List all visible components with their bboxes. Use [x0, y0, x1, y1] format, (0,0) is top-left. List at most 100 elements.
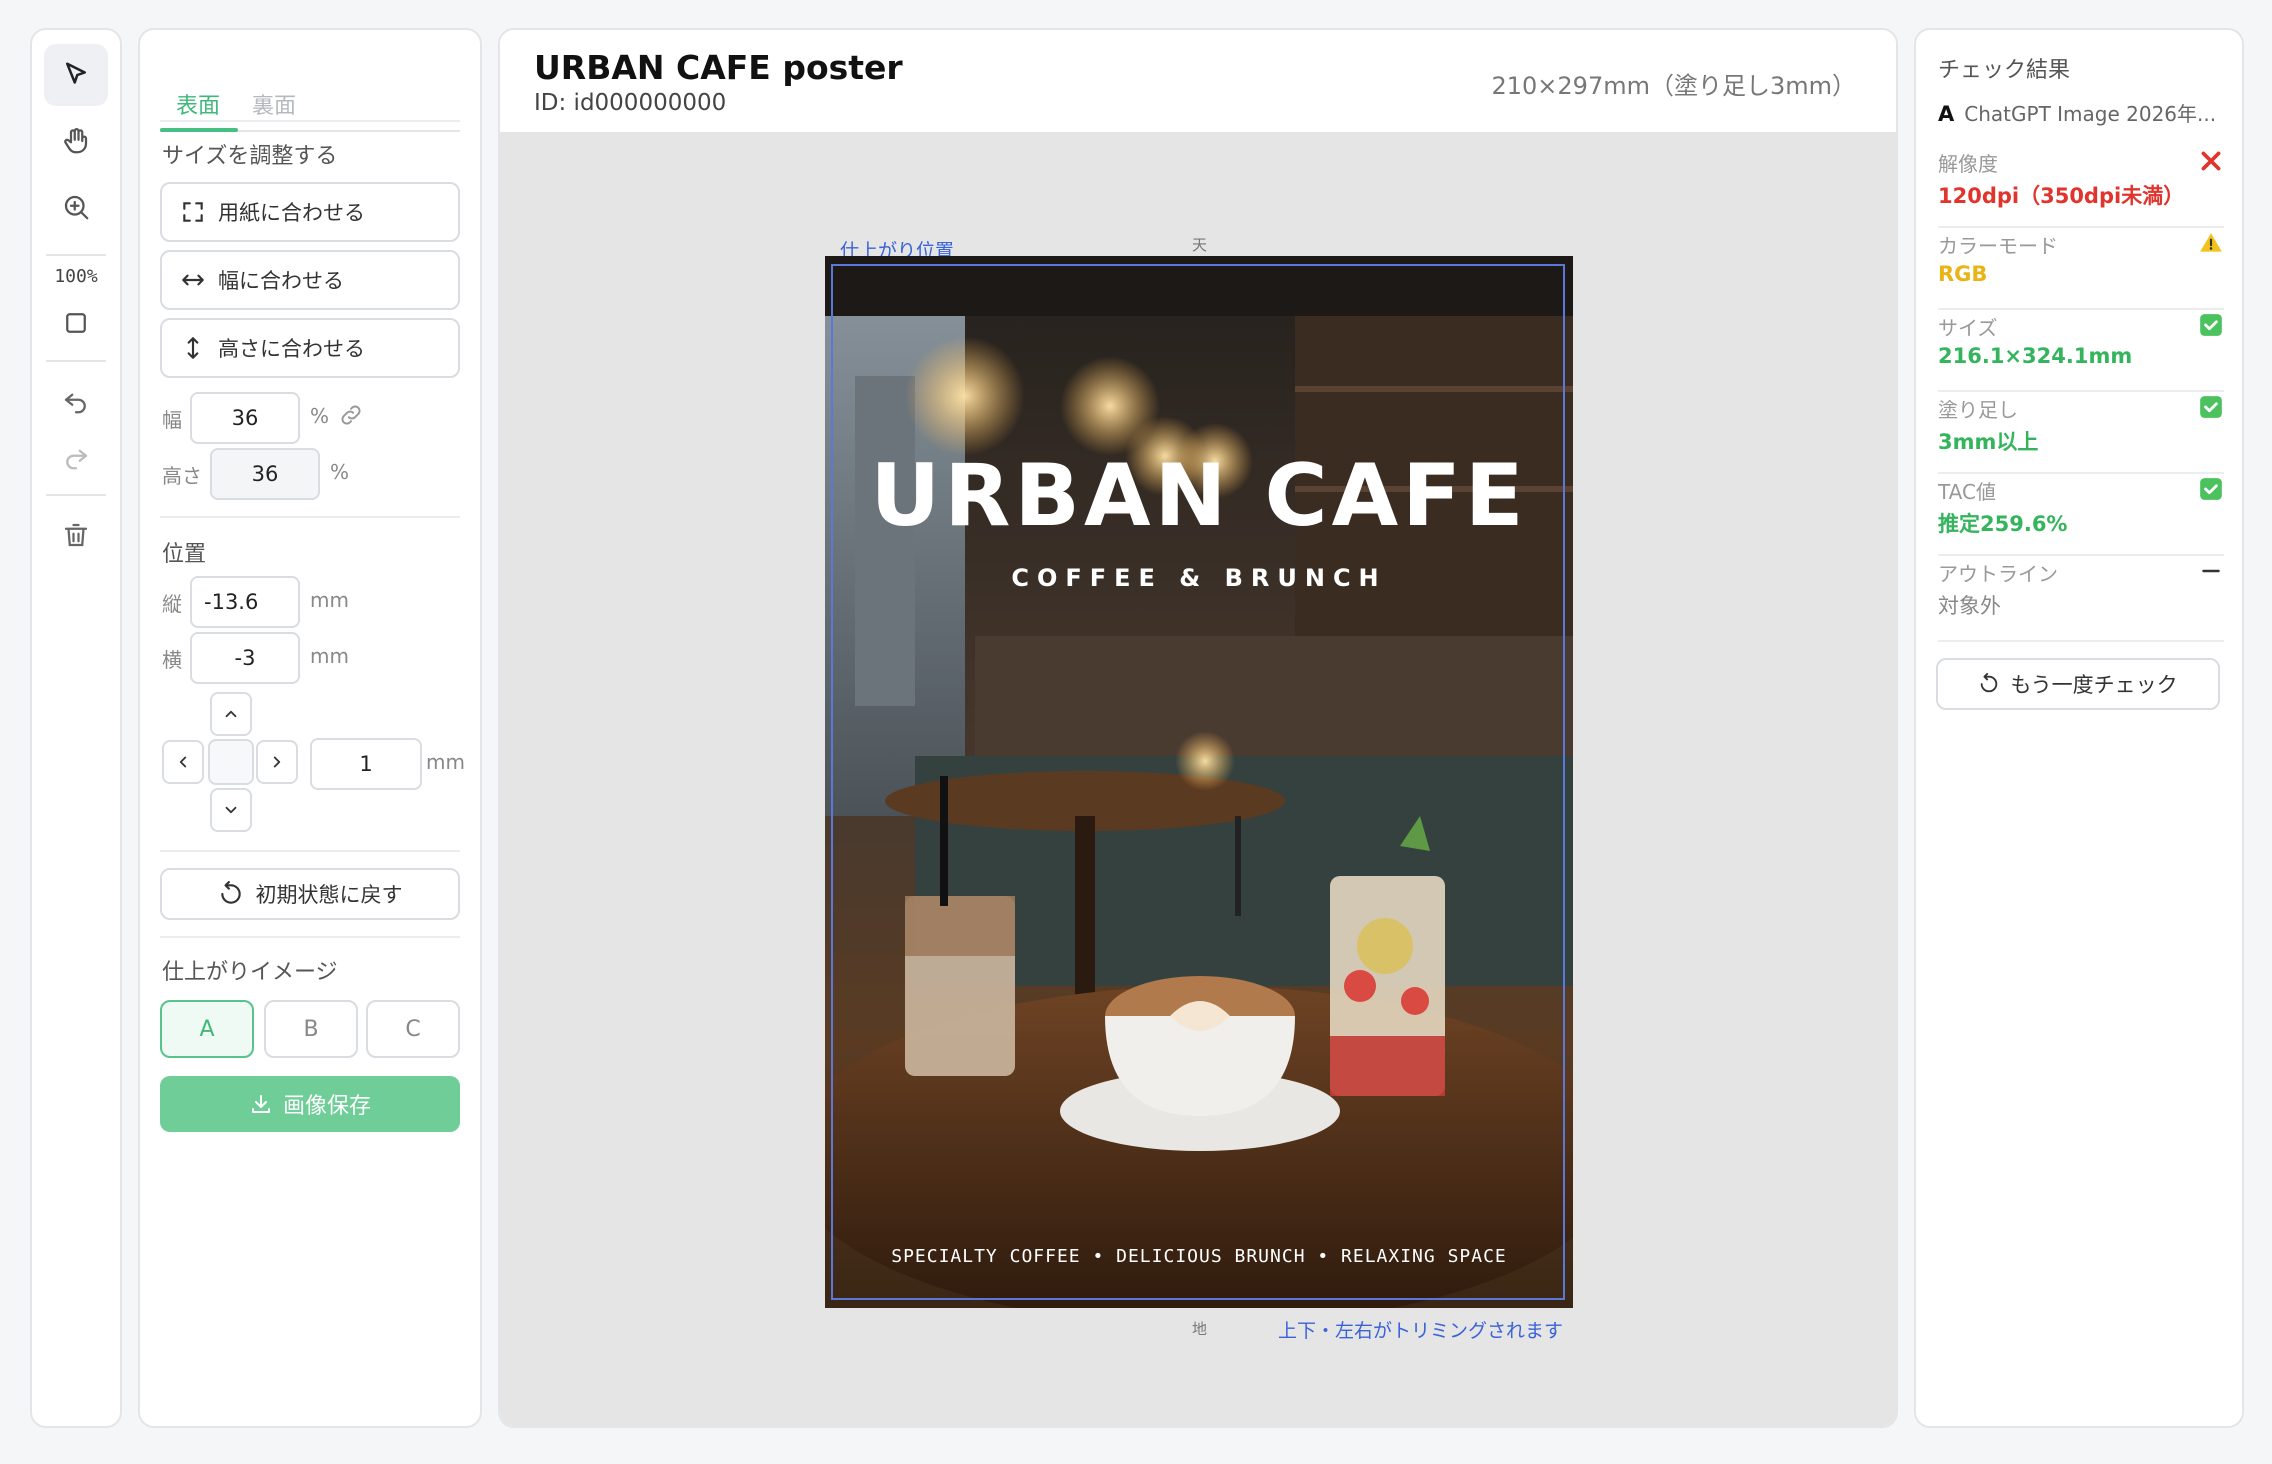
- horizontal-arrows-icon: [182, 274, 204, 286]
- recheck-button[interactable]: もう一度チェック: [1936, 658, 2220, 710]
- undo-button[interactable]: [44, 370, 108, 432]
- horizontal-position-input[interactable]: [190, 632, 300, 684]
- position-section-title: 位置: [162, 542, 207, 567]
- divider: [160, 120, 460, 122]
- chevron-down-icon: [225, 806, 237, 814]
- document-size: 210×297mm（塗り足し3mm）: [1491, 72, 1856, 100]
- result-value: 対象外: [1938, 594, 2001, 618]
- result-value: 216.1×324.1mm: [1938, 344, 2133, 368]
- warning-icon: [2200, 233, 2222, 252]
- nudge-left-button[interactable]: [162, 740, 204, 784]
- nudge-step-input[interactable]: [310, 738, 422, 790]
- check-icon: [2200, 478, 2222, 500]
- zoom-in-icon: [64, 195, 89, 220]
- reset-label: 初期状態に戻す: [255, 883, 403, 907]
- error-cross-icon: [2201, 151, 2221, 171]
- result-value: 推定259.6%: [1938, 512, 2068, 536]
- preview-option-a[interactable]: A: [160, 1000, 254, 1058]
- hand-tool-button[interactable]: [44, 110, 108, 172]
- delete-button[interactable]: [44, 504, 108, 566]
- select-tool-button[interactable]: [44, 44, 108, 106]
- trash-icon: [64, 523, 88, 547]
- nudge-up-button[interactable]: [210, 692, 252, 736]
- result-value: 3mm以上: [1938, 430, 2039, 454]
- link-icon[interactable]: [338, 402, 364, 428]
- save-image-button[interactable]: 画像保存: [160, 1076, 460, 1132]
- rail-divider: [46, 494, 106, 496]
- redo-button[interactable]: [44, 426, 108, 488]
- canvas-header: URBAN CAFE poster ID: id000000000 210×29…: [500, 30, 1896, 134]
- fit-frame-icon: [183, 202, 203, 222]
- preview-option-c[interactable]: C: [366, 1000, 460, 1058]
- result-label: カラーモード: [1938, 234, 2058, 258]
- fit-paper-label: 用紙に合わせる: [218, 201, 365, 225]
- result-outline: アウトライン 対象外: [1938, 550, 2224, 632]
- chevron-up-icon: [225, 710, 237, 718]
- check-icon: [2200, 396, 2222, 418]
- file-row: A ChatGPT Image 2026年...: [1938, 98, 2216, 127]
- divider: [160, 936, 460, 938]
- redo-icon: [66, 449, 88, 470]
- divider: [1938, 640, 2224, 642]
- fit-view-button[interactable]: [44, 292, 108, 354]
- chevron-left-icon: [179, 756, 187, 768]
- rail-divider: [46, 254, 106, 256]
- canvas-panel: URBAN CAFE poster ID: id000000000 210×29…: [498, 28, 1898, 1428]
- top-mark: 天: [1192, 236, 1208, 254]
- document-id: ID: id000000000: [534, 90, 727, 116]
- dash-icon: [2202, 569, 2220, 573]
- tab-front[interactable]: 表面: [176, 88, 220, 120]
- cursor-icon: [66, 62, 86, 84]
- zoom-tool-button[interactable]: [44, 176, 108, 238]
- result-label: アウトライン: [1938, 562, 2058, 586]
- fit-height-label: 高さに合わせる: [218, 337, 365, 361]
- file-name: ChatGPT Image 2026年...: [1964, 102, 2217, 126]
- divider: [160, 516, 460, 518]
- document-title: URBAN CAFE poster: [534, 48, 903, 87]
- vertical-unit: mm: [310, 588, 349, 612]
- canvas-area[interactable]: 仕上がり位置 天 URBAN CAFE COFFEE & BRUNCH SPEC…: [500, 134, 1896, 1426]
- width-label: 幅: [162, 408, 182, 432]
- fit-height-button[interactable]: 高さに合わせる: [160, 318, 460, 378]
- result-size: サイズ 216.1×324.1mm: [1938, 304, 2224, 386]
- height-percent-input[interactable]: [210, 448, 320, 500]
- nudge-right-button[interactable]: [256, 740, 298, 784]
- trim-note: 上下・左右がトリミングされます: [1278, 1320, 1564, 1342]
- result-color-mode: カラーモード RGB: [1938, 222, 2224, 304]
- preview-option-b[interactable]: B: [264, 1000, 358, 1058]
- nudge-down-button[interactable]: [210, 788, 252, 832]
- recheck-label: もう一度チェック: [2010, 674, 2178, 697]
- result-bleed: 塗り足し 3mm以上: [1938, 386, 2224, 468]
- result-label: TAC値: [1938, 480, 1996, 504]
- square-icon: [66, 313, 86, 333]
- vertical-arrows-icon: [187, 337, 199, 359]
- bottom-mark: 地: [1192, 1320, 1208, 1338]
- result-label: 塗り足し: [1938, 398, 2018, 422]
- check-results-panel: チェック結果 A ChatGPT Image 2026年... 解像度 120dp…: [1914, 28, 2244, 1428]
- save-image-label: 画像保存: [282, 1094, 371, 1119]
- vertical-label: 縦: [162, 592, 182, 616]
- tool-rail: 100%: [30, 28, 122, 1428]
- horizontal-label: 横: [162, 648, 182, 672]
- zoom-level[interactable]: 100%: [32, 266, 120, 287]
- tab-back[interactable]: 裏面: [252, 88, 296, 120]
- result-value: 120dpi（350dpi未満）: [1938, 184, 2185, 208]
- divider: [160, 850, 460, 852]
- horizontal-unit: mm: [310, 644, 349, 668]
- width-percent-input[interactable]: [190, 392, 300, 444]
- undo-icon: [64, 393, 86, 414]
- check-icon: [2200, 314, 2222, 336]
- settings-panel: 表面 裏面 サイズを調整する 用紙に合わせる 幅に合わせる 高さに合わせる 幅 …: [138, 28, 482, 1428]
- fit-paper-button[interactable]: 用紙に合わせる: [160, 182, 460, 242]
- height-unit: %: [330, 460, 350, 484]
- fit-width-label: 幅に合わせる: [218, 269, 344, 293]
- active-tab-indicator: [160, 128, 238, 132]
- fit-width-button[interactable]: 幅に合わせる: [160, 250, 460, 310]
- result-resolution: 解像度 120dpi（350dpi未満）: [1938, 140, 2224, 222]
- trim-frame: [831, 264, 1565, 1300]
- vertical-position-input[interactable]: [190, 576, 300, 628]
- result-label: 解像度: [1938, 152, 1998, 176]
- chevron-right-icon: [273, 756, 281, 768]
- results-title: チェック結果: [1938, 58, 2071, 83]
- reset-button[interactable]: 初期状態に戻す: [160, 868, 460, 920]
